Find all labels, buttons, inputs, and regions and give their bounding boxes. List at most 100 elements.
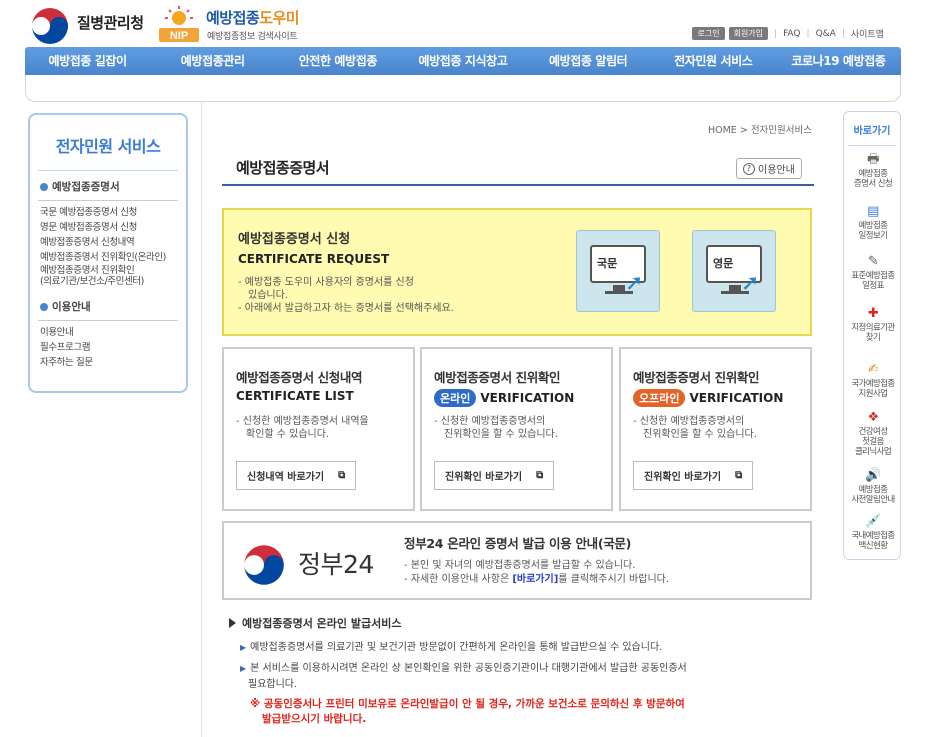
card-subtitle: CERTIFICATE LIST <box>236 389 354 403</box>
certificate-request-panel: 예방접종증명서 신청 CERTIFICATE REQUEST - 예방접종 도우… <box>222 208 812 336</box>
nav-notifications[interactable]: 예방접종 알림터 <box>526 47 651 75</box>
nav-e-civil-service[interactable]: 전자민원 서비스 <box>651 47 776 75</box>
hospital-icon: ✚ <box>867 306 879 321</box>
document-icon: ✍ <box>867 362 879 377</box>
nav-safe-vaccination[interactable]: 안전한 예방접종 <box>275 47 400 75</box>
brand-title[interactable]: 예방접종도우미 <box>206 7 300 28</box>
request-history-link-button[interactable]: 신청내역 바로가기 ⧉ <box>236 461 357 490</box>
gov24-desc-text: - 자세한 이용안내 사항은 <box>404 574 513 585</box>
side-navigation: 전자민원 서비스 예방접종증명서 국문 예방접종증명서 신청 영문 예방접종증명… <box>28 113 188 393</box>
offline-verification-card: 예방접종증명서 진위확인 오프라인 VERIFICATION - 신청한 예방접종… <box>619 347 812 511</box>
nav-vaccination-guide[interactable]: 예방접종 길잡이 <box>25 47 150 75</box>
faq-link[interactable]: FAQ <box>783 29 800 39</box>
quick-item-label: 지정의료기관 <box>851 323 895 333</box>
request-desc-line: 있습니다. <box>248 290 288 301</box>
warning-line: 발급받으시기 바랍니다. <box>262 713 367 725</box>
gov24-desc-text: 를 클릭해주시기 바랍니다. <box>558 574 670 585</box>
quick-item-label: 건강여성 <box>858 427 888 437</box>
card-desc-line: 확인할 수 있습니다. <box>246 429 330 440</box>
offline-badge: 오프라인 <box>633 389 686 407</box>
quick-item-label: 첫걸음 <box>862 437 884 447</box>
service-bullet-text: 본 서비스를 이용하시려면 온라인 상 본인확인을 위한 공동인증기관이나 대행… <box>250 663 687 674</box>
divider: | <box>774 28 778 39</box>
request-desc-line: - 아래에서 발급하고자 하는 증명서를 선택해주세요. <box>238 303 454 314</box>
request-title: 예방접종증명서 신청 <box>238 232 351 247</box>
nip-logo-icon[interactable]: NIP <box>155 4 203 44</box>
side-nav-korean-request[interactable]: 국문 예방접종증명서 신청 <box>40 205 176 220</box>
side-nav-faq[interactable]: 자주하는 질문 <box>40 355 176 370</box>
nip-badge-text: NIP <box>170 30 188 42</box>
request-desc-line: - 예방접종 도우미 사용자의 증명서를 신청 <box>238 277 414 288</box>
external-link-icon: ⧉ <box>536 470 544 481</box>
certificate-list-card: 예방접종증명서 신청내역 CERTIFICATE LIST - 신청한 예방접종… <box>222 347 415 511</box>
side-nav-section-certificate[interactable]: 예방접종증명서 <box>40 179 176 194</box>
online-service-title: 예방접종증명서 온라인 발급서비스 <box>242 617 402 630</box>
utility-links: 로그인 회원가입 | FAQ | Q&A | 사이트맵 <box>692 27 884 40</box>
offline-verification-link-button[interactable]: 진위확인 바로가기 ⧉ <box>633 461 754 490</box>
nav-covid19-vaccination[interactable]: 코로나19 예방접종 <box>776 47 901 75</box>
card-title: 예방접종증명서 신청내역 <box>236 370 363 385</box>
card-desc-line: - 신청한 예방접종증명서의 <box>633 416 745 427</box>
quick-womens-health[interactable]: ❖ 건강여성 첫걸음 클리닉사업 <box>844 410 902 457</box>
breadcrumb: HOME > 전자민원서비스 <box>708 122 812 136</box>
card-title: 예방접종증명서 진위확인 <box>633 370 760 385</box>
card-desc-line: 진위확인을 할 수 있습니다. <box>643 429 757 440</box>
divider <box>38 170 178 171</box>
signup-button[interactable]: 회원가입 <box>728 27 769 40</box>
english-certificate-button[interactable]: 영문 ➚ <box>692 230 776 312</box>
agency-name[interactable]: 질병관리청 <box>77 12 144 33</box>
side-nav-verify-offline-detail[interactable]: (의료기관/보건소/주민센터) <box>40 276 176 287</box>
quick-advance-notice[interactable]: 🔊 예방접종 사전알림안내 <box>844 468 902 505</box>
quick-item-label: 찾기 <box>865 333 881 343</box>
quick-menu: 바로가기 🖶 예방접종 증명서 신청 ▤ 예방접종 일정보기 ✎ 표준예방접종 일정표 ✚ 지… <box>843 111 901 560</box>
quick-certificate-request[interactable]: 🖶 예방접종 증명서 신청 <box>844 152 902 189</box>
qna-link[interactable]: Q&A <box>816 29 836 39</box>
english-certificate-label: 영문 <box>713 257 734 270</box>
sitemap-link[interactable]: 사이트맵 <box>851 27 884 40</box>
quick-schedule[interactable]: ▤ 예방접종 일정보기 <box>844 204 902 241</box>
pencil-icon: ✎ <box>867 254 879 269</box>
warning-notice: ※ 공동인증서나 프린터 미보유로 온라인발급이 안 될 경우, 가까운 보건소… <box>250 697 790 727</box>
button-label: 진위확인 바로가기 <box>445 472 523 483</box>
quick-find-clinic[interactable]: ✚ 지정의료기관 찾기 <box>844 306 902 343</box>
gov24-notice: 정부24 정부24 온라인 증명서 발급 이용 안내(국문) - 본인 및 자녀… <box>222 521 812 600</box>
login-button[interactable]: 로그인 <box>692 27 725 40</box>
brand-title-accent: 도우미 <box>259 9 300 27</box>
quick-national-support[interactable]: ✍ 국가예방접종 지원사업 <box>844 362 902 399</box>
side-nav-verify-offline[interactable]: 예방접종증명서 진위확인 <box>40 265 176 276</box>
breadcrumb-home[interactable]: HOME <box>708 125 737 136</box>
service-bullet: ▶ 예방접종증명서를 의료기관 및 보건기관 방문없이 간편하게 온라인을 통해 … <box>240 640 662 655</box>
usage-guide-button[interactable]: ? 이용안내 <box>736 158 802 179</box>
quick-item-label: 지원사업 <box>858 389 888 399</box>
side-nav-usage-guide[interactable]: 이용안내 <box>40 325 176 340</box>
government-emblem-icon[interactable] <box>30 6 70 46</box>
quick-standard-schedule[interactable]: ✎ 표준예방접종 일정표 <box>844 254 902 291</box>
gov24-shortcut-link[interactable]: [바로가기] <box>512 574 558 585</box>
sub-navigation-bar <box>25 75 901 102</box>
calendar-icon: ▤ <box>867 204 879 219</box>
quick-menu-title: 바로가기 <box>853 126 891 137</box>
online-verification-link-button[interactable]: 진위확인 바로가기 ⧉ <box>434 461 555 490</box>
printer-icon: 🖶 <box>867 152 879 167</box>
side-nav-title: 전자민원 서비스 <box>55 137 161 156</box>
side-nav-request-history[interactable]: 예방접종증명서 신청내역 <box>40 235 176 250</box>
gov24-desc-line: - 자세한 이용안내 사항은 [바로가기]를 클릭해주시기 바랍니다. <box>404 573 669 587</box>
side-nav-required-programs[interactable]: 필수프로그램 <box>40 340 176 355</box>
korean-certificate-button[interactable]: 국문 ➚ <box>576 230 660 312</box>
nav-knowledge-base[interactable]: 예방접종 지식창고 <box>400 47 525 75</box>
quick-item-label: 예방접종 <box>858 221 888 231</box>
gov24-name[interactable]: 정부24 <box>298 545 374 581</box>
side-nav-section-guide[interactable]: 이용안내 <box>40 299 176 314</box>
card-subtitle-text: VERIFICATION <box>689 391 784 405</box>
button-label: 진위확인 바로가기 <box>644 472 722 483</box>
gov24-emblem-icon[interactable] <box>242 543 286 587</box>
breadcrumb-separator: > <box>739 125 748 136</box>
side-nav-verify-online[interactable]: 예방접종증명서 진위확인(온라인) <box>40 250 176 265</box>
quick-vaccine-status[interactable]: 💉 국내예방접종 백신현황 <box>844 514 902 551</box>
nav-vaccination-management[interactable]: 예방접종관리 <box>150 47 275 75</box>
service-bullet-continued: 필요합니다. <box>248 677 297 692</box>
side-nav-english-request[interactable]: 영문 예방접종증명서 신청 <box>40 220 176 235</box>
gov24-desc-line: - 본인 및 자녀의 예방접종증명서를 발급할 수 있습니다. <box>404 560 636 571</box>
side-nav-section-label: 이용안내 <box>52 301 91 313</box>
usage-guide-label: 이용안내 <box>758 165 795 176</box>
